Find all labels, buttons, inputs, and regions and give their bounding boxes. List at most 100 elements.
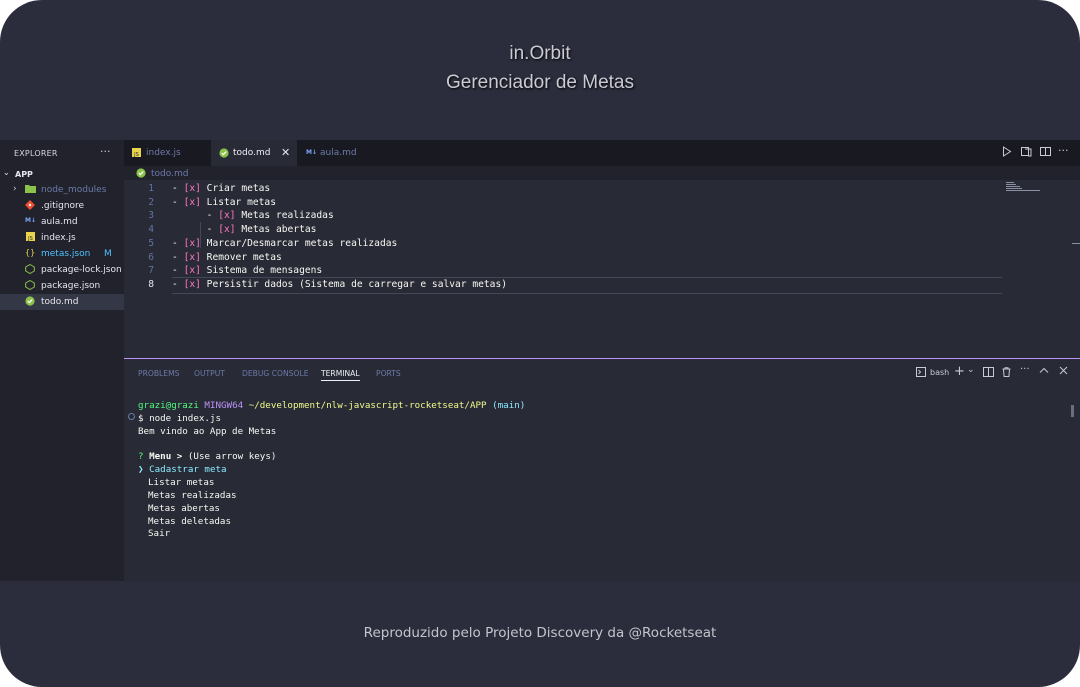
file-package-json[interactable]: package.json bbox=[0, 278, 124, 294]
line-number: 5 bbox=[148, 237, 154, 249]
terminal-menu-prompt: ? Menu > (Use arrow keys) bbox=[138, 451, 276, 462]
terminal-prompt-line: grazi@grazi MINGW64 ~/development/nlw-ja… bbox=[138, 400, 525, 411]
terminal-env: MINGW64 bbox=[204, 400, 244, 411]
trash-icon[interactable] bbox=[1002, 367, 1011, 380]
tab-problems[interactable]: PROBLEMS bbox=[138, 369, 179, 378]
code-editor[interactable]: 1 - [x] Criar metas 2 - [x] Listar metas 3 -… bbox=[124, 180, 1080, 358]
folder-icon bbox=[25, 184, 36, 194]
vscode-window: EXPLORER ··· ⌄ APP › node_modules .gitig… bbox=[0, 140, 1080, 582]
checkbox-marker: [x] bbox=[183, 196, 201, 208]
tab-terminal[interactable]: TERMINAL bbox=[321, 369, 360, 381]
code-line[interactable]: - [x] Metas realizadas bbox=[172, 210, 334, 221]
editor-tab-bar: JS index.js todo.md ✕ M↓ aula.md ··· bbox=[124, 140, 1080, 166]
chevron-right-icon: › bbox=[13, 184, 17, 194]
file-label: .gitignore bbox=[41, 201, 85, 211]
npm-icon bbox=[25, 263, 35, 275]
menu-option[interactable]: Sair bbox=[148, 528, 170, 539]
split-editor-icon[interactable] bbox=[1040, 146, 1051, 160]
scrollbar[interactable] bbox=[1072, 243, 1080, 244]
line-number: 8 bbox=[148, 278, 154, 290]
open-preview-icon[interactable] bbox=[1021, 146, 1032, 160]
menu-option-selected[interactable]: ❯ Cadastrar meta bbox=[138, 464, 227, 475]
tab-aula-md[interactable]: M↓ aula.md bbox=[298, 140, 384, 166]
menu-option[interactable]: Metas deletadas bbox=[148, 516, 231, 527]
run-icon[interactable] bbox=[1002, 146, 1012, 160]
breadcrumb-file[interactable]: todo.md bbox=[151, 169, 188, 179]
prompt-mark: ? bbox=[138, 451, 144, 462]
maximize-panel-icon[interactable] bbox=[1039, 366, 1049, 377]
menu-option[interactable]: Metas abertas bbox=[148, 503, 220, 514]
code-line[interactable]: - [x] Remover metas bbox=[172, 252, 282, 263]
checkbox-marker: [x] bbox=[183, 251, 201, 263]
file-node-modules[interactable]: › node_modules bbox=[0, 182, 124, 198]
tab-label: aula.md bbox=[320, 148, 357, 158]
code-line[interactable]: - [x] Persistir dados (Sistema de carreg… bbox=[172, 279, 507, 290]
terminal-icon[interactable] bbox=[916, 367, 926, 380]
chevron-down-icon[interactable]: ⌄ bbox=[967, 365, 975, 375]
line-number: 6 bbox=[148, 251, 154, 263]
code-line[interactable]: - [x] Listar metas bbox=[172, 197, 276, 208]
shell-name[interactable]: bash bbox=[930, 368, 949, 377]
task-text: Remover metas bbox=[200, 251, 282, 263]
check-circle-icon bbox=[219, 148, 229, 158]
code-line[interactable]: - [x] Metas abertas bbox=[172, 224, 317, 235]
tab-output[interactable]: OUTPUT bbox=[194, 369, 225, 378]
file-label: package.json bbox=[41, 281, 101, 291]
task-text: Marcar/Desmarcar metas realizadas bbox=[200, 237, 398, 249]
minimap[interactable] bbox=[1006, 182, 1046, 194]
file-metas-json[interactable]: {} metas.json M bbox=[0, 246, 124, 262]
split-terminal-icon[interactable] bbox=[983, 367, 994, 380]
checkbox-marker: [x] bbox=[183, 278, 201, 290]
task-text: Metas realizadas bbox=[235, 210, 334, 222]
file-package-lock-json[interactable]: package-lock.json bbox=[0, 262, 124, 278]
checkbox-marker: [x] bbox=[183, 183, 201, 194]
file-aula-md[interactable]: M↓ aula.md bbox=[0, 214, 124, 230]
terminal-path: ~/development/nlw-javascript-rocketseat/… bbox=[248, 400, 487, 411]
file-label: aula.md bbox=[41, 217, 78, 227]
folder-app[interactable]: ⌄ APP bbox=[0, 168, 124, 181]
line-number: 1 bbox=[148, 183, 154, 194]
file-gitignore[interactable]: .gitignore bbox=[0, 198, 124, 214]
tab-index-js[interactable]: JS index.js bbox=[124, 140, 210, 166]
tab-todo-md[interactable]: todo.md ✕ bbox=[211, 140, 297, 166]
new-terminal-icon[interactable]: + bbox=[954, 364, 965, 379]
terminal-branch: (main) bbox=[492, 400, 526, 411]
check-circle-icon bbox=[25, 296, 35, 306]
menu-option[interactable]: Listar metas bbox=[148, 477, 214, 488]
pointer-icon: ❯ bbox=[138, 464, 144, 475]
page-subtitle: Gerenciador de Metas bbox=[446, 72, 634, 93]
bottom-panel: PROBLEMS OUTPUT DEBUG CONSOLE TERMINAL P… bbox=[124, 358, 1080, 582]
more-actions-icon[interactable]: ··· bbox=[1020, 364, 1030, 375]
close-panel-icon[interactable] bbox=[1059, 366, 1068, 378]
line-number: 4 bbox=[148, 224, 154, 236]
code-line[interactable]: - [x] Sistema de mensagens bbox=[172, 265, 322, 276]
explorer-heading: EXPLORER bbox=[14, 149, 58, 158]
line-number: 2 bbox=[148, 196, 154, 208]
code-line[interactable]: - [x] Marcar/Desmarcar metas realizadas bbox=[172, 238, 397, 249]
close-icon[interactable]: ✕ bbox=[281, 146, 290, 159]
footer-credit: Reproduzido pelo Projeto Discovery da @R… bbox=[363, 625, 717, 641]
more-actions-icon[interactable]: ··· bbox=[100, 145, 111, 158]
prompt-arrow: > bbox=[176, 451, 183, 462]
terminal-scrollbar[interactable] bbox=[1071, 405, 1074, 417]
tab-ports[interactable]: PORTS bbox=[376, 369, 401, 378]
tab-label: todo.md bbox=[233, 148, 271, 158]
file-todo-md[interactable]: todo.md bbox=[0, 294, 124, 310]
npm-icon bbox=[25, 279, 35, 291]
checkbox-marker: [x] bbox=[218, 210, 236, 222]
file-label: index.js bbox=[41, 233, 76, 243]
file-label: package-lock.json bbox=[41, 265, 122, 275]
terminal-user: grazi@grazi bbox=[138, 400, 199, 411]
tab-debug-console[interactable]: DEBUG CONSOLE bbox=[242, 369, 309, 378]
menu-option[interactable]: Metas realizadas bbox=[148, 490, 237, 501]
code-line[interactable]: - [x] Criar metas bbox=[172, 183, 270, 194]
more-actions-icon[interactable]: ··· bbox=[1058, 144, 1069, 157]
svg-text:JS: JS bbox=[133, 152, 139, 157]
option-label: Cadastrar meta bbox=[149, 464, 227, 475]
file-index-js[interactable]: JS index.js bbox=[0, 230, 124, 246]
command-decoration-icon bbox=[128, 413, 135, 420]
prompt-hint: (Use arrow keys) bbox=[187, 451, 277, 462]
svg-text:JS: JS bbox=[27, 236, 33, 241]
task-text: Sistema de mensagens bbox=[200, 265, 323, 277]
prompt-label: Menu bbox=[149, 451, 172, 462]
